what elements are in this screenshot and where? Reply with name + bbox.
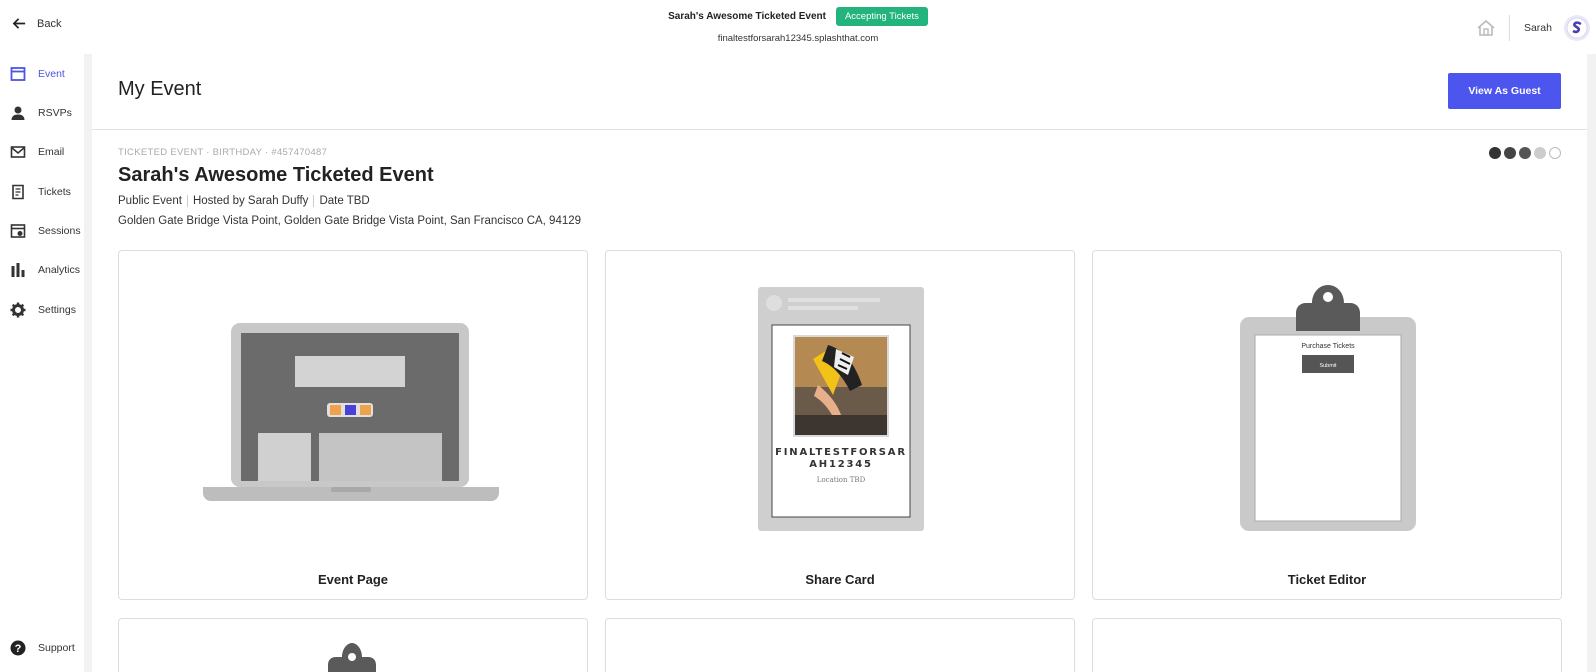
sidebar-item-label: Sessions — [38, 225, 81, 237]
main-header: My Event View As Guest — [92, 54, 1587, 130]
share-card-title-1: FINALTESTFORSAR — [775, 447, 907, 458]
progress-dot — [1489, 147, 1501, 159]
card-row2-1[interactable] — [118, 618, 588, 672]
home-icon[interactable] — [1475, 17, 1497, 39]
gear-icon — [10, 302, 26, 318]
clipboard-partial-illustration — [328, 643, 376, 672]
share-card-title-2: AH12345 — [809, 459, 873, 470]
card-row2-3[interactable] — [1092, 618, 1562, 672]
sidebar-item-sessions[interactable]: Sessions — [10, 223, 81, 239]
detail-separator — [313, 195, 315, 207]
event-title: Sarah's Awesome Ticketed Event — [118, 164, 434, 186]
avatar[interactable] — [1564, 15, 1590, 41]
share-card-location: Location TBD — [817, 476, 866, 484]
view-as-guest-button[interactable]: View As Guest — [1448, 73, 1561, 109]
event-url[interactable]: finaltestforsarah12345.splashthat.com — [0, 33, 1596, 44]
detail-separator — [186, 195, 188, 207]
sessions-icon — [10, 224, 26, 238]
bar-chart-icon — [11, 263, 25, 277]
sidebar-item-event[interactable]: Event — [10, 66, 65, 82]
sidebar-item-label: Event — [38, 68, 65, 80]
date-label: Date TBD — [319, 195, 370, 207]
main-content: My Event View As Guest TICKETED EVENT · … — [92, 54, 1587, 672]
event-name: Sarah's Awesome Ticketed Event — [668, 11, 826, 22]
laptop-illustration — [203, 323, 499, 501]
progress-dot — [1549, 147, 1561, 159]
person-icon — [11, 106, 25, 120]
clipboard-illustration: Purchase Tickets Submit — [1240, 285, 1416, 531]
sidebar-item-rsvps[interactable]: RSVPs — [10, 105, 72, 121]
sidebar-gutter — [84, 54, 92, 672]
progress-indicator — [1489, 147, 1561, 159]
event-page-card[interactable]: Event Page — [118, 250, 588, 600]
progress-dot — [1504, 147, 1516, 159]
sidebar-item-tickets[interactable]: Tickets — [10, 184, 71, 200]
right-gutter — [1587, 54, 1596, 672]
ticket-icon — [12, 184, 24, 200]
share-card-card[interactable]: FINALTESTFORSAR AH12345 Location TBD Sha… — [605, 250, 1075, 600]
help-icon: ? — [10, 640, 26, 656]
visibility-label: Public Event — [118, 195, 182, 207]
event-address: Golden Gate Bridge Vista Point, Golden G… — [118, 215, 582, 227]
header-divider — [1508, 15, 1510, 41]
card-title: Share Card — [805, 572, 875, 587]
sidebar-item-label: Settings — [38, 304, 76, 316]
sidebar-item-analytics[interactable]: Analytics — [10, 262, 80, 278]
ticket-editor-card[interactable]: Purchase Tickets Submit Ticket Editor — [1092, 250, 1562, 600]
sidebar-item-settings[interactable]: Settings — [10, 302, 76, 318]
card-row2-2[interactable] — [605, 618, 1075, 672]
card-title: Ticket Editor — [1287, 572, 1367, 587]
event-meta: TICKETED EVENT · BIRTHDAY · #457470487 — [118, 147, 328, 158]
support-label: Support — [38, 642, 75, 654]
progress-dot — [1519, 147, 1531, 159]
svg-text:?: ? — [15, 643, 22, 655]
top-bar: Back Sarah's Awesome Ticketed Event Acce… — [0, 0, 1596, 54]
card-title: Event Page — [317, 572, 389, 587]
status-badge[interactable]: Accepting Tickets — [835, 7, 928, 26]
event-header: Sarah's Awesome Ticketed Event Accepting… — [0, 6, 1596, 44]
calendar-icon — [10, 67, 26, 81]
sidebar-item-label: Analytics — [38, 264, 81, 276]
sidebar-item-label: Tickets — [38, 186, 71, 198]
sidebar: Event RSVPs Email Tickets Sessions Analy… — [0, 54, 84, 672]
page-title: My Event — [118, 78, 202, 100]
sidebar-item-label: Email — [38, 146, 65, 158]
host-label: Hosted by Sarah Duffy — [192, 195, 309, 207]
sidebar-item-email[interactable]: Email — [10, 144, 64, 160]
sidebar-item-label: RSVPs — [38, 107, 72, 119]
event-details: Public Event Hosted by Sarah Duffy Date … — [118, 195, 370, 207]
form-submit: Submit — [1319, 363, 1337, 369]
progress-dot — [1534, 147, 1546, 159]
envelope-icon — [10, 146, 26, 158]
splash-logo-icon — [1566, 17, 1588, 39]
form-title: Purchase Tickets — [1301, 343, 1355, 350]
user-name[interactable]: Sarah — [1524, 22, 1552, 34]
share-card-illustration: FINALTESTFORSAR AH12345 Location TBD — [758, 287, 924, 531]
support-link[interactable]: ? Support — [10, 640, 75, 656]
